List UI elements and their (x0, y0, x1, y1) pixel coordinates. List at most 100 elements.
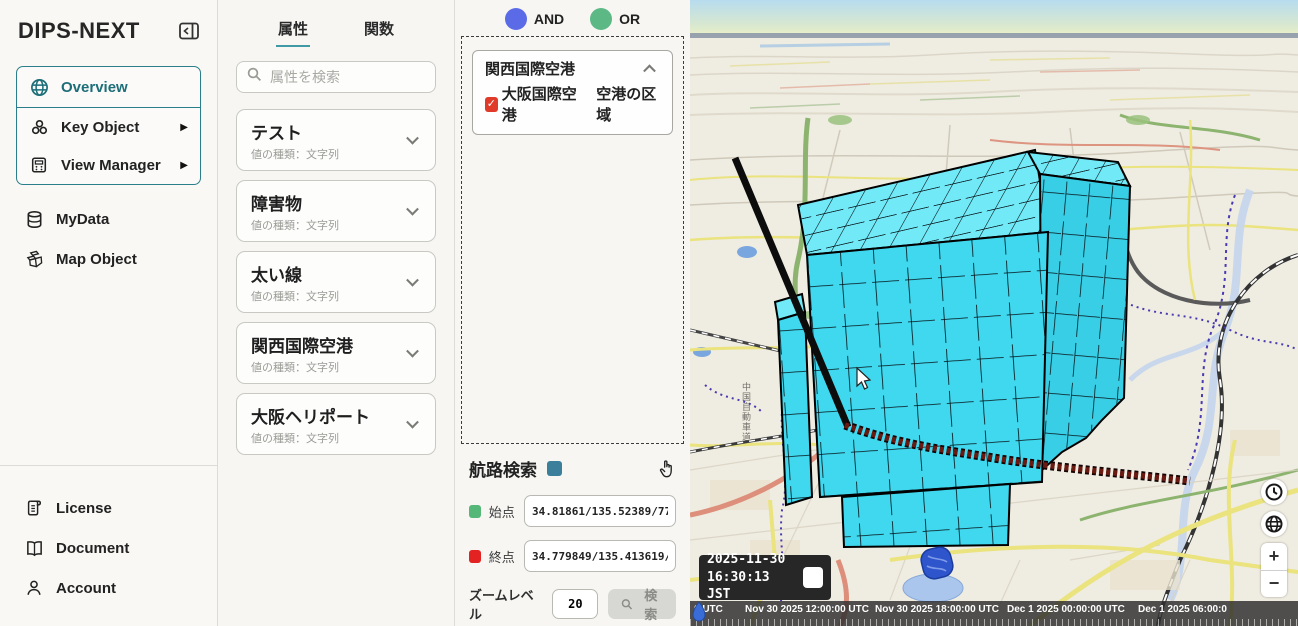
app-root: DIPS-NEXT Overview Key Object ▶ (0, 0, 1298, 626)
sidebar-footer: License Document Account (0, 465, 217, 626)
sidebar-item-label: License (56, 500, 112, 517)
attribute-card-subtitle: 値の種類：文字列 (251, 359, 421, 375)
license-icon (24, 498, 44, 518)
attribute-card-title: テスト (251, 119, 421, 144)
sidebar-item-map-object[interactable]: Map Object (16, 239, 201, 279)
search-icon (247, 67, 262, 87)
book-icon (24, 538, 44, 558)
view-manager-icon (29, 155, 49, 175)
and-label: AND (534, 11, 564, 27)
person-icon (24, 578, 44, 598)
attribute-card[interactable]: テスト 値の種類：文字列 (236, 109, 436, 171)
map-3d-scene (690, 0, 1298, 626)
time-overlay-button[interactable] (803, 567, 823, 588)
sidebar-item-key-object[interactable]: Key Object ▶ (17, 108, 200, 146)
attribute-card-title: 障害物 (251, 190, 421, 215)
or-label: OR (619, 11, 640, 27)
globe-icon (29, 77, 49, 97)
tab-attributes[interactable]: 属性 (276, 14, 310, 47)
airport-zone-checkbox[interactable]: ✓ (485, 97, 498, 112)
query-group-card[interactable]: 関西国際空港 ✓ 大阪国際空港 空港の区域 (472, 50, 673, 135)
sidebar-item-label: Map Object (56, 251, 137, 268)
sidebar-item-document[interactable]: Document (24, 528, 193, 568)
sidebar-item-label: Document (56, 540, 129, 557)
zoom-level-label: ズームレベル (469, 585, 542, 623)
timeline-bar[interactable]: 0 UTC Nov 30 2025 12:00:00 UTC Nov 30 20… (690, 601, 1298, 626)
app-title: DIPS-NEXT (18, 18, 140, 44)
attribute-card-title: 太い線 (251, 261, 421, 286)
airport-name: 大阪国際空港 (502, 83, 579, 125)
group-title: 関西国際空港 (485, 58, 660, 79)
airport-zone: 空港の区域 (596, 83, 660, 125)
end-point-input[interactable] (524, 540, 676, 572)
sidebar-collapse-icon[interactable] (179, 22, 199, 40)
attribute-card[interactable]: 障害物 値の種類：文字列 (236, 180, 436, 242)
tab-functions[interactable]: 関数 (362, 14, 396, 47)
time-overlay: 2025-11-30 16:30:13 JST (699, 555, 831, 600)
globe-control-button[interactable] (1261, 511, 1287, 537)
and-operator[interactable]: AND (505, 8, 564, 30)
timeline-label: Dec 1 2025 06:00:0 (1138, 604, 1227, 615)
route-search-section: 航路検索 始点 終点 ズームレベル 検索 (461, 444, 684, 623)
clock-icon (1264, 482, 1284, 502)
route-search-button[interactable]: 検索 (608, 589, 676, 619)
attribute-card-subtitle: 値の種類：文字列 (251, 288, 421, 304)
or-dot (590, 8, 612, 30)
zoom-level-input[interactable] (552, 589, 598, 619)
sidebar: DIPS-NEXT Overview Key Object ▶ (0, 0, 218, 626)
overlay-time: 16:30:13 JST (707, 569, 795, 604)
sidebar-item-license[interactable]: License (24, 488, 193, 528)
or-operator[interactable]: OR (590, 8, 640, 30)
timeline-label: Nov 30 2025 12:00:00 UTC (745, 604, 869, 615)
attribute-search (236, 61, 436, 93)
attribute-card[interactable]: 太い線 値の種類：文字列 (236, 251, 436, 313)
attribute-card[interactable]: 関西国際空港 値の種類：文字列 (236, 322, 436, 384)
start-point-input[interactable] (524, 495, 676, 527)
search-input[interactable] (270, 69, 425, 85)
start-point-swatch (469, 505, 481, 518)
sidebar-item-mydata[interactable]: MyData (16, 199, 201, 239)
attribute-card-subtitle: 値の種類：文字列 (251, 217, 421, 233)
globe-icon (1264, 514, 1284, 534)
sidebar-item-label: Key Object (61, 119, 139, 136)
zoom-in-button[interactable]: + (1261, 543, 1287, 571)
sidebar-item-overview[interactable]: Overview (17, 67, 200, 108)
attribute-card-subtitle: 値の種類：文字列 (251, 430, 421, 446)
attribute-card-subtitle: 値の種類：文字列 (251, 146, 421, 162)
start-point-label: 始点 (489, 502, 516, 521)
attribute-card[interactable]: 大阪ヘリポート 値の種類：文字列 (236, 393, 436, 455)
overlay-date: 2025-11-30 (707, 551, 795, 569)
timeline-ticks (690, 619, 1298, 626)
time-control-button[interactable] (1261, 479, 1287, 505)
sidebar-item-label: MyData (56, 211, 109, 228)
attributes-panel: 属性 関数 テスト 値の種類：文字列 障害物 値の種類：文字列 太い線 値の種類… (218, 0, 455, 626)
sidebar-item-label: Account (56, 580, 116, 597)
query-group-dropzone[interactable]: 関西国際空港 ✓ 大阪国際空港 空港の区域 (461, 36, 684, 444)
end-point-label: 終点 (489, 547, 516, 566)
map-object-icon (24, 249, 44, 269)
main-nav: Overview Key Object ▶ View Manager ▶ (16, 66, 201, 185)
cluster-icon (29, 117, 49, 137)
sidebar-item-label: Overview (61, 79, 128, 96)
hand-pick-icon[interactable] (657, 459, 676, 479)
route-color-swatch (547, 461, 562, 476)
map-road-label: 中国自動車道 (740, 382, 753, 442)
sidebar-item-view-manager[interactable]: View Manager ▶ (17, 146, 200, 184)
database-icon (24, 209, 44, 229)
sidebar-item-account[interactable]: Account (24, 568, 193, 608)
sidebar-item-label: View Manager (61, 157, 161, 174)
map-viewport[interactable]: 中国自動車道 2025-11-30 16:30:13 JST + − 0 UTC… (690, 0, 1298, 626)
zoom-out-button[interactable]: − (1261, 571, 1287, 598)
chevron-right-icon: ▶ (180, 122, 188, 133)
timeline-current-marker[interactable] (692, 602, 706, 626)
end-point-swatch (469, 550, 481, 563)
and-dot (505, 8, 527, 30)
query-panel: AND OR 関西国際空港 ✓ 大阪国際空港 空港の区域 航路検索 (455, 0, 690, 626)
chevron-right-icon: ▶ (180, 160, 188, 171)
attribute-card-title: 関西国際空港 (251, 332, 421, 357)
route-search-title: 航路検索 (469, 456, 537, 481)
attribute-card-title: 大阪ヘリポート (251, 403, 421, 428)
zoom-control: + − (1261, 543, 1287, 597)
route-search-button-label: 検索 (639, 585, 663, 623)
attributes-tabs: 属性 関数 (236, 14, 436, 47)
